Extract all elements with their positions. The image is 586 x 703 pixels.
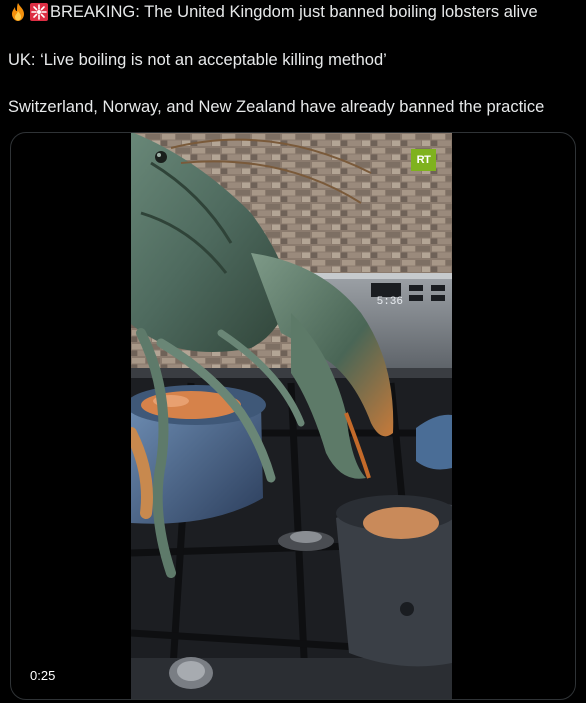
- fire-icon: [12, 3, 24, 21]
- video-frame[interactable]: 5:36 RT: [131, 133, 452, 699]
- stove-clock-readout: 5:36: [377, 296, 403, 308]
- rotating-light-icon: [30, 3, 48, 21]
- lobster-video-still: 5:36: [131, 133, 452, 699]
- video-player[interactable]: 5:36 RT 0:25: [10, 132, 576, 700]
- tweet-line-breaking: BREAKING: The United Kingdom just banned…: [8, 1, 538, 23]
- breaking-text: BREAKING: The United Kingdom just banned…: [50, 3, 538, 21]
- rt-channel-logo: RT: [411, 149, 436, 171]
- video-duration-badge: 0:25: [23, 666, 63, 686]
- tweet-line-other-countries: Switzerland, Norway, and New Zealand hav…: [8, 98, 545, 116]
- tweet-line-uk-quote: UK: ‘Live boiling is not an acceptable k…: [8, 51, 387, 69]
